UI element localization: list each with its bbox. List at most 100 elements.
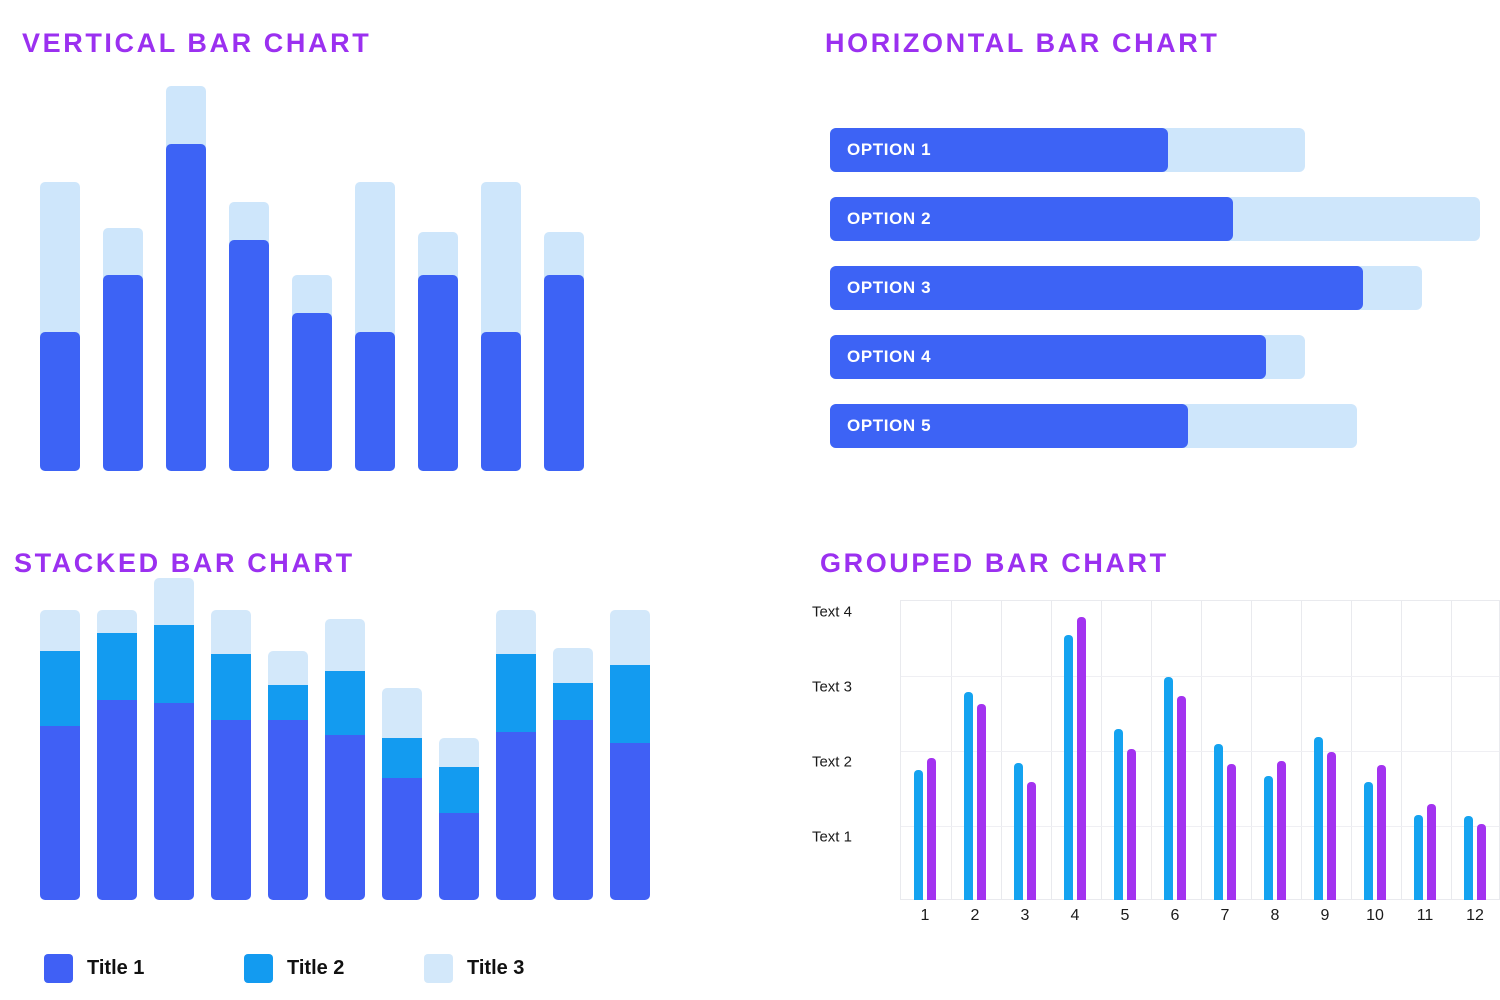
stacked-segment-title3 xyxy=(40,610,80,651)
horizontal-bar-row[interactable]: OPTION 5 xyxy=(830,404,1480,448)
stacked-segment-title1 xyxy=(268,720,308,900)
grouped-bar-chart-panel: GROUPED BAR CHART Text 1 Text 2 Text 3 Text… xyxy=(812,548,1500,1000)
gridline-vertical xyxy=(1101,601,1102,899)
grouped-bar-series-a xyxy=(1164,676,1173,900)
stacked-bar-chart-title: STACKED BAR CHART xyxy=(14,548,355,578)
x-axis-tick-label: 3 xyxy=(1020,907,1030,924)
horizontal-bar-row[interactable]: OPTION 2 xyxy=(830,197,1480,241)
horizontal-bar-label: OPTION 3 xyxy=(847,278,932,297)
stacked-segment-title3 xyxy=(268,650,308,686)
stacked-bar-group xyxy=(268,650,308,900)
grouped-bar-series-b xyxy=(1277,760,1286,900)
stacked-segment-title1 xyxy=(496,731,536,900)
vertical-bar-value xyxy=(355,332,395,471)
stacked-segment-title3 xyxy=(211,610,251,654)
grouped-bar-series-b xyxy=(1127,748,1136,900)
gridline-horizontal xyxy=(901,751,1499,752)
stacked-bar-group xyxy=(211,610,251,900)
gridline-vertical xyxy=(1451,601,1452,899)
grouped-bar-chart-plot-area: Text 1 Text 2 Text 3 Text 4 1 2 3 4 5 6 7 8 9 10 11 12 xyxy=(812,600,1500,945)
stacked-segment-title2 xyxy=(553,682,593,721)
vertical-bar-group xyxy=(103,86,143,471)
gridline-horizontal xyxy=(901,676,1499,677)
grouped-bar-series-a xyxy=(1314,736,1323,900)
x-axis-tick-label: 8 xyxy=(1270,907,1280,924)
vertical-bar-value xyxy=(229,240,269,471)
horizontal-bar-row[interactable]: OPTION 1 xyxy=(830,128,1480,172)
stacked-bar-chart-plot-area xyxy=(40,578,660,900)
horizontal-bar-value: OPTION 5 xyxy=(830,404,1188,448)
stacked-segment-title1 xyxy=(211,720,251,900)
stacked-segment-title1 xyxy=(154,702,194,900)
vertical-bar-group xyxy=(292,86,332,471)
horizontal-bar-row[interactable]: OPTION 3 xyxy=(830,266,1480,310)
stacked-segment-title2 xyxy=(496,653,536,732)
stacked-bar-group xyxy=(610,610,650,900)
stacked-segment-title1 xyxy=(40,726,80,900)
legend-item[interactable]: Title 3 xyxy=(424,953,525,983)
horizontal-bar-label: OPTION 1 xyxy=(847,140,932,159)
stacked-segment-title2 xyxy=(439,766,479,813)
horizontal-bar-value: OPTION 3 xyxy=(830,266,1363,310)
gridline-vertical xyxy=(1301,601,1302,899)
legend-label: Title 2 xyxy=(287,956,345,979)
gridline-vertical xyxy=(1251,601,1252,899)
horizontal-bar-chart-plot-area: OPTION 1 OPTION 2 OPTION 3 OPTION 4 OPTION 5 xyxy=(830,128,1490,458)
grouped-bar-series-b xyxy=(1027,781,1036,900)
gridline-vertical xyxy=(1151,601,1152,899)
legend-label: Title 3 xyxy=(467,956,525,979)
gridline-vertical xyxy=(1351,601,1352,899)
legend-swatch-icon xyxy=(44,953,73,983)
vertical-bar-group xyxy=(166,86,206,471)
stacked-segment-title2 xyxy=(40,650,80,726)
legend-swatch-icon xyxy=(244,953,273,983)
vertical-bar-group xyxy=(229,86,269,471)
stacked-bar-group xyxy=(40,610,80,900)
stacked-bar-group xyxy=(553,647,593,900)
vertical-bar-group xyxy=(418,86,458,471)
horizontal-bar-label: OPTION 4 xyxy=(847,347,932,366)
x-axis-tick-label: 6 xyxy=(1170,907,1180,924)
vertical-bar-chart-plot-area xyxy=(30,86,630,471)
x-axis-tick-label: 5 xyxy=(1120,907,1130,924)
x-axis-tick-label: 10 xyxy=(1366,907,1384,924)
stacked-segment-title1 xyxy=(325,734,365,900)
stacked-segment-title1 xyxy=(382,778,422,900)
horizontal-bar-label: OPTION 2 xyxy=(847,209,932,228)
grouped-bar-series-a xyxy=(964,691,973,900)
horizontal-bar-row[interactable]: OPTION 4 xyxy=(830,335,1480,379)
gridline-vertical xyxy=(1201,601,1202,899)
grouped-bar-series-a xyxy=(1014,762,1023,900)
grouped-bar-series-a xyxy=(1264,775,1273,900)
grouped-bar-series-a xyxy=(1464,816,1473,900)
gridline-vertical xyxy=(1051,601,1052,899)
stacked-bar-group xyxy=(439,737,479,900)
grouped-bar-series-a xyxy=(1064,635,1073,900)
stacked-segment-title2 xyxy=(268,685,308,721)
stacked-bar-chart-legend: Title 1 Title 2 Title 3 xyxy=(44,953,544,983)
stacked-segment-title3 xyxy=(382,688,422,738)
vertical-bar-value xyxy=(481,332,521,471)
horizontal-bar-label: OPTION 5 xyxy=(847,416,932,435)
vertical-bar-value xyxy=(292,313,332,471)
grouped-bar-series-b xyxy=(1227,763,1236,900)
gridline-vertical xyxy=(1001,601,1002,899)
legend-item[interactable]: Title 2 xyxy=(244,953,345,983)
stacked-segment-title1 xyxy=(439,813,479,900)
grouped-bar-series-a xyxy=(1414,815,1423,900)
y-axis-tick-label: Text 4 xyxy=(811,603,852,621)
horizontal-bar-value: OPTION 4 xyxy=(830,335,1266,379)
gridline-vertical xyxy=(951,601,952,899)
legend-item[interactable]: Title 1 xyxy=(44,953,144,983)
x-axis-tick-label: 7 xyxy=(1220,907,1230,924)
stacked-segment-title2 xyxy=(97,633,137,700)
stacked-segment-title2 xyxy=(382,737,422,779)
gridline-vertical xyxy=(1401,601,1402,899)
x-axis-tick-label: 11 xyxy=(1416,907,1434,924)
stacked-bar-group xyxy=(382,688,422,900)
y-axis-tick-label: Text 2 xyxy=(811,753,852,771)
vertical-bar-value xyxy=(40,332,80,471)
vertical-bar-group xyxy=(481,86,521,471)
stacked-bar-chart-panel: STACKED BAR CHART Title 1 Title 2 Title 3 xyxy=(14,548,754,998)
x-axis-tick-label: 12 xyxy=(1466,907,1484,924)
